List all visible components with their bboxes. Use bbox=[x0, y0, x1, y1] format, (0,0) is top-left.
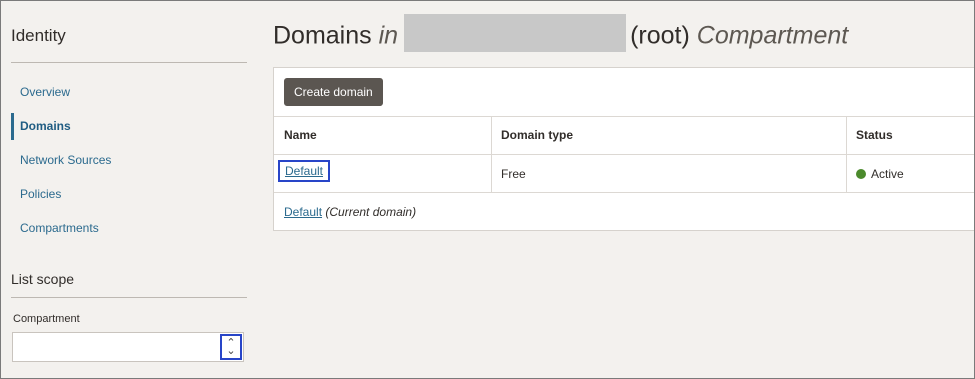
sidebar-item-overview[interactable]: Overview bbox=[20, 85, 70, 99]
column-header-name[interactable]: Name bbox=[284, 128, 317, 142]
divider bbox=[491, 116, 492, 192]
redacted-compartment-name bbox=[404, 14, 627, 52]
create-domain-button[interactable]: Create domain bbox=[284, 78, 383, 106]
compartment-select[interactable]: ⌃ ⌄ bbox=[12, 332, 244, 362]
title-suffix: Compartment bbox=[696, 21, 849, 50]
window: Identity Overview Domains Network Source… bbox=[0, 0, 975, 379]
current-domain-footer: Default (Current domain) bbox=[284, 205, 416, 219]
active-indicator bbox=[11, 113, 14, 140]
active-status-icon bbox=[856, 169, 866, 179]
column-header-status[interactable]: Status bbox=[856, 128, 893, 142]
column-header-domain-type[interactable]: Domain type bbox=[501, 128, 573, 142]
divider bbox=[274, 192, 974, 193]
list-scope-title: List scope bbox=[11, 271, 75, 287]
current-domain-note: (Current domain) bbox=[325, 205, 417, 219]
sidebar-title: Identity bbox=[11, 26, 66, 45]
table-cell-status: Active bbox=[856, 167, 904, 181]
sidebar-item-network-sources[interactable]: Network Sources bbox=[20, 153, 111, 167]
divider bbox=[846, 116, 847, 192]
domain-name-link[interactable]: Default bbox=[285, 164, 323, 178]
compartment-label: Compartment bbox=[13, 313, 80, 325]
table-row-name-link[interactable]: Default bbox=[278, 160, 330, 182]
status-text: Active bbox=[871, 167, 904, 181]
table-cell-domain-type: Free bbox=[501, 167, 526, 181]
title-in: in bbox=[378, 21, 399, 50]
sidebar-item-domains[interactable]: Domains bbox=[20, 119, 71, 133]
sidebar-item-policies[interactable]: Policies bbox=[20, 187, 61, 201]
title-text: Domains bbox=[273, 21, 372, 50]
divider bbox=[11, 62, 247, 63]
title-root: (root) bbox=[630, 21, 690, 50]
sidebar-item-compartments[interactable]: Compartments bbox=[20, 221, 99, 235]
select-toggle-button[interactable]: ⌃ ⌄ bbox=[220, 334, 242, 360]
chevron-down-icon: ⌄ bbox=[226, 345, 236, 357]
domains-panel: Create domain Name Domain type Status De… bbox=[273, 67, 974, 231]
divider bbox=[274, 154, 974, 155]
page-title: Domains in (root) Compartment bbox=[273, 14, 849, 56]
sidebar: Identity Overview Domains Network Source… bbox=[1, 1, 253, 378]
divider bbox=[274, 116, 974, 117]
divider bbox=[11, 297, 247, 298]
current-domain-link[interactable]: Default bbox=[284, 205, 322, 219]
